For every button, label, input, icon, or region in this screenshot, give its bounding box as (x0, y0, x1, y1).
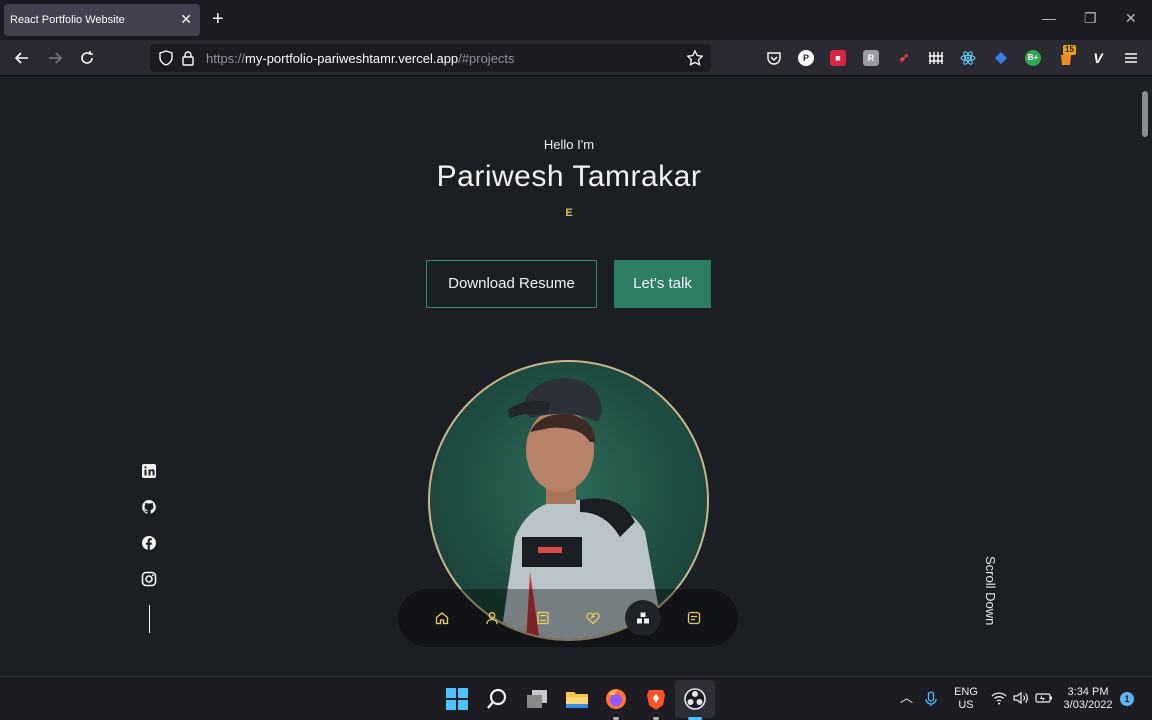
restore-icon[interactable]: ❐ (1084, 10, 1097, 26)
task-view-icon[interactable] (525, 687, 549, 711)
language-line-1: ENG (954, 686, 978, 698)
tab-title: React Portfolio Website (10, 14, 125, 26)
blue-diamond-extension-icon[interactable] (993, 50, 1009, 66)
about-icon (486, 612, 498, 625)
rocket-extension-icon[interactable]: ➶ (896, 50, 912, 66)
battery-icon[interactable] (1035, 691, 1053, 705)
app-menu-icon[interactable] (1123, 50, 1139, 66)
taskbar: ︿ ENG US 3:34 PM 3/03/2022 1 (0, 676, 1152, 720)
b-plus-extension-icon[interactable]: B+ (1025, 50, 1041, 66)
windows-start-icon[interactable] (445, 687, 469, 711)
nav-experience[interactable] (525, 600, 561, 636)
forward-icon[interactable] (45, 48, 65, 68)
clock-date: 3/03/2022 (1063, 699, 1113, 711)
ublock-icon[interactable]: ■ (830, 50, 846, 66)
github-icon[interactable] (141, 499, 157, 515)
obs-icon[interactable] (683, 687, 707, 711)
language-indicator[interactable]: ENG US (952, 686, 980, 712)
new-tab-button[interactable]: + (212, 8, 224, 30)
minimize-icon[interactable]: — (1042, 10, 1056, 26)
reload-icon[interactable] (77, 48, 97, 68)
extension-badge: 15 (1063, 45, 1076, 55)
scrollbar-thumb[interactable] (1142, 91, 1148, 137)
tracking-shield-icon[interactable] (158, 50, 174, 66)
file-explorer-icon[interactable] (565, 687, 589, 711)
scroll-down-label: Scroll Down (983, 556, 998, 626)
nav-about[interactable] (474, 600, 510, 636)
microphone-icon[interactable] (924, 691, 938, 707)
tab-active[interactable]: React Portfolio Website ✕ (4, 4, 200, 36)
instagram-icon[interactable] (141, 571, 157, 587)
url-text: https://my-portfolio-pariweshtamr.vercel… (206, 51, 515, 66)
back-icon[interactable] (12, 48, 32, 68)
bookmark-star-icon[interactable] (687, 50, 703, 66)
linkedin-icon[interactable] (141, 463, 157, 479)
typed-text: E (565, 207, 573, 219)
lock-icon[interactable] (181, 50, 195, 66)
nav-portfolio[interactable] (625, 600, 661, 636)
contact-icon (687, 611, 701, 625)
r-extension-icon[interactable]: R (863, 50, 879, 66)
download-resume-button[interactable]: Download Resume (426, 260, 597, 308)
experience-icon (537, 611, 549, 625)
greeting: Hello I'm (543, 137, 595, 152)
portfolio-page: Hello I'm Pariwesh Tamrakar E Download R… (0, 76, 1152, 676)
clock-time: 3:34 PM (1067, 686, 1109, 698)
facebook-icon[interactable] (141, 535, 157, 551)
navigation-toolbar: https://my-portfolio-pariweshtamr.vercel… (0, 40, 1152, 76)
pocket-icon[interactable] (766, 50, 782, 66)
portfolio-icon (637, 612, 649, 624)
tray-overflow-icon[interactable]: ︿ (900, 691, 913, 704)
services-icon (586, 612, 600, 625)
tab-strip: React Portfolio Website ✕ + — ❐ ✕ (0, 0, 1152, 40)
grid-extension-icon[interactable] (928, 50, 944, 66)
lets-talk-button[interactable]: Let's talk (614, 260, 711, 308)
nav-home[interactable] (424, 600, 460, 636)
tab-close-icon[interactable]: ✕ (180, 11, 192, 27)
scroll-down-link[interactable]: Scroll Down (983, 556, 999, 636)
home-icon (435, 612, 449, 625)
window-close-icon[interactable]: ✕ (1125, 10, 1137, 26)
vb-extension-icon[interactable]: V (1090, 50, 1106, 66)
page-title: Pariwesh Tamrakar (436, 160, 702, 193)
brave-icon[interactable] (644, 687, 668, 711)
language-line-2: US (958, 699, 974, 711)
volume-icon[interactable] (1013, 691, 1029, 705)
search-icon[interactable] (485, 687, 509, 711)
notification-badge[interactable]: 1 (1120, 692, 1134, 706)
address-bar[interactable]: https://my-portfolio-pariweshtamr.vercel… (150, 44, 711, 72)
social-divider-line (149, 605, 150, 633)
wifi-icon[interactable] (991, 691, 1007, 705)
nav-contact[interactable] (676, 600, 712, 636)
firefox-icon[interactable] (604, 687, 628, 711)
nav-services[interactable] (575, 600, 611, 636)
clock[interactable]: 3:34 PM 3/03/2022 (1060, 686, 1116, 712)
react-devtools-icon[interactable] (960, 50, 976, 66)
floating-nav (398, 589, 738, 647)
p-extension-icon[interactable]: P (798, 50, 814, 66)
